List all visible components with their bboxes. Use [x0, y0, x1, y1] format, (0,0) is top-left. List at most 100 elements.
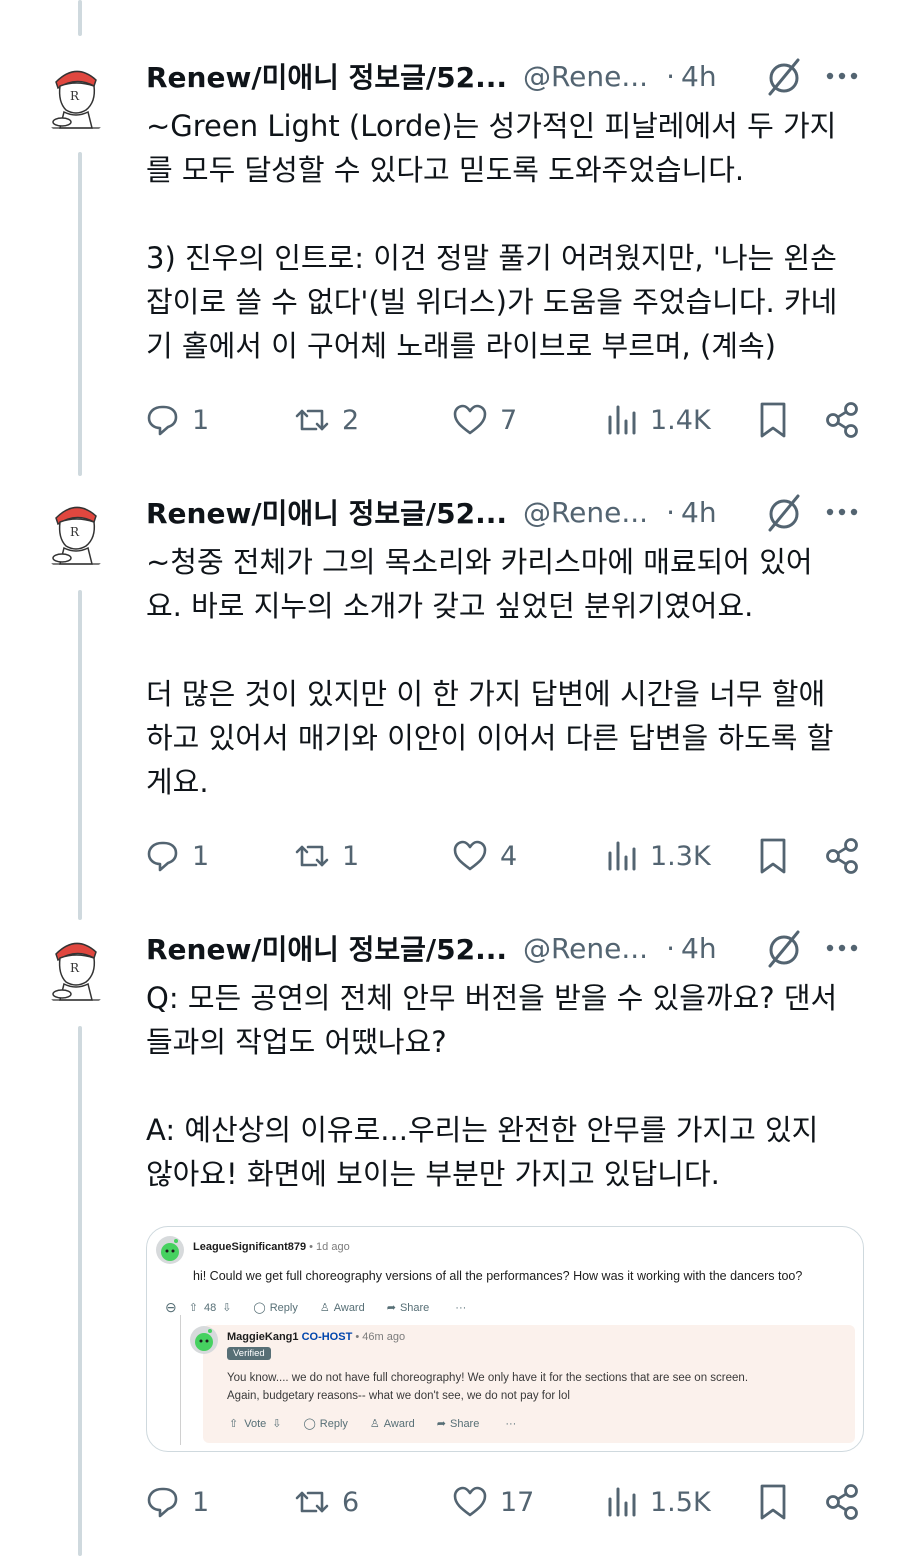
grok-icon[interactable]: [766, 492, 802, 532]
separator-dot: ·: [666, 931, 675, 965]
action-bar: 1 6 17 1.5K: [146, 1480, 866, 1524]
reply-button[interactable]: 1: [146, 834, 209, 878]
reply-comment: MaggieKang1 CO-HOST • 46m ago Verified Y…: [190, 1325, 855, 1443]
reddit-avatar-icon: [156, 1236, 184, 1264]
more-icon[interactable]: [822, 492, 862, 532]
embedded-image[interactable]: LeagueSignificant879 • 1d ago hi! Could …: [146, 1226, 864, 1452]
tweet-header: Renew/미애니 정보글/52... @Rene... · 4h: [146, 928, 866, 968]
comment-body: You know.... we do not have full choreog…: [227, 1372, 749, 1402]
timestamp[interactable]: 4h: [681, 496, 717, 529]
avatar-image: [36, 492, 116, 572]
repost-button[interactable]: 2: [294, 398, 359, 442]
view-count: 1.3K: [650, 840, 711, 872]
bookmark-icon[interactable]: [758, 1483, 788, 1521]
tweet[interactable]: Renew/미애니 정보글/52... @Rene... · 4h ~Green…: [0, 56, 900, 476]
grok-icon[interactable]: [766, 56, 802, 96]
view-count: 1.4K: [650, 404, 711, 436]
tweet-text: Q: 모든 공연의 전체 안무 버전을 받을 수 있을까요? 댄서 들과의 작업…: [146, 981, 838, 1191]
award-link[interactable]: Award: [384, 1418, 415, 1430]
views-icon: [608, 841, 636, 871]
reply-button[interactable]: 1: [146, 1480, 209, 1524]
thread-connector: [180, 1315, 181, 1445]
grok-icon[interactable]: [766, 928, 802, 968]
views-button[interactable]: 1.5K: [606, 1480, 711, 1524]
tweet-text: ~청중 전체가 그의 목소리와 카리스마에 매료되어 있어 요. 바로 지누의 …: [146, 545, 834, 799]
more-icon[interactable]: [822, 928, 862, 968]
avatar-image: [36, 56, 116, 136]
award-icon: ♙: [319, 1302, 330, 1314]
reply-link[interactable]: Reply: [270, 1302, 298, 1314]
comment-author[interactable]: MaggieKang1 CO-HOST • 46m ago: [227, 1331, 405, 1343]
like-count: 4: [500, 840, 518, 872]
avatar[interactable]: [36, 492, 116, 572]
reply-count: 1: [192, 1486, 210, 1518]
tweet[interactable]: Renew/미애니 정보글/52... @Rene... · 4h ~청중 전체…: [0, 492, 900, 912]
more-link[interactable]: ···: [505, 1418, 516, 1430]
reply-link[interactable]: Reply: [320, 1418, 348, 1430]
comment-age: • 1d ago: [306, 1241, 350, 1253]
like-count: 7: [500, 404, 518, 436]
author-name[interactable]: Renew/미애니 정보글/52...: [146, 56, 507, 96]
like-button[interactable]: 17: [452, 1480, 534, 1524]
repost-icon: [295, 845, 329, 867]
tweet-text: ~Green Light (Lorde)는 성가적인 피날레에서 두 가지 를 …: [146, 109, 838, 363]
comment-action-bar: ⊖ ⇧ 48 ⇩ ◯ Reply ♙ Award ➦ Share ···: [165, 1299, 466, 1316]
cohost-badge: CO-HOST: [301, 1331, 353, 1343]
view-count: 1.5K: [650, 1486, 711, 1518]
more-icon[interactable]: [822, 56, 862, 96]
reddit-avatar-icon: [190, 1326, 218, 1354]
reply-icon: ◯: [303, 1418, 316, 1430]
heart-icon: [453, 1486, 487, 1517]
share-icon[interactable]: [824, 1483, 860, 1521]
comment-author[interactable]: LeagueSignificant879 • 1d ago: [193, 1241, 350, 1253]
upvote-icon[interactable]: ⇧: [189, 1301, 198, 1314]
award-link[interactable]: Award: [334, 1302, 365, 1314]
tweet-header: Renew/미애니 정보글/52... @Rene... · 4h: [146, 56, 866, 96]
avatar[interactable]: [36, 56, 116, 136]
comment-username[interactable]: MaggieKang1: [227, 1331, 299, 1343]
upvote-icon[interactable]: ⇧: [229, 1417, 238, 1430]
author-name[interactable]: Renew/미애니 정보글/52...: [146, 492, 507, 532]
bookmark-icon[interactable]: [758, 401, 788, 439]
share-icon[interactable]: [824, 401, 860, 439]
like-button[interactable]: 7: [452, 398, 517, 442]
action-bar: 1 2 7 1.4K: [146, 398, 866, 442]
separator-dot: ·: [666, 495, 675, 529]
share-icon[interactable]: [824, 837, 860, 875]
views-icon: [608, 1487, 636, 1517]
share-link[interactable]: Share: [400, 1302, 429, 1314]
timestamp[interactable]: 4h: [681, 932, 717, 965]
collapse-icon[interactable]: ⊖: [165, 1299, 177, 1316]
more-link[interactable]: ···: [455, 1302, 466, 1314]
share-icon: ➦: [386, 1302, 396, 1314]
heart-icon: [453, 404, 487, 435]
vote-label: Vote: [244, 1417, 267, 1430]
downvote-icon[interactable]: ⇩: [272, 1417, 281, 1430]
bookmark-icon[interactable]: [758, 837, 788, 875]
views-button[interactable]: 1.4K: [606, 398, 711, 442]
reply-count: 1: [192, 404, 210, 436]
tweet-header: Renew/미애니 정보글/52... @Rene... · 4h: [146, 492, 866, 532]
repost-icon: [295, 1491, 329, 1513]
timestamp[interactable]: 4h: [681, 60, 717, 93]
repost-icon: [295, 409, 329, 431]
author-handle[interactable]: @Rene...: [523, 60, 648, 93]
repost-button[interactable]: 6: [294, 1480, 359, 1524]
like-button[interactable]: 4: [452, 834, 517, 878]
tweet[interactable]: Renew/미애니 정보글/52... @Rene... · 4h Q: 모든 …: [0, 928, 900, 1548]
author-handle[interactable]: @Rene...: [523, 496, 648, 529]
comment-username[interactable]: LeagueSignificant879: [193, 1241, 306, 1253]
reply-button[interactable]: 1: [146, 398, 209, 442]
author-handle[interactable]: @Rene...: [523, 932, 648, 965]
avatar[interactable]: [36, 928, 116, 1008]
repost-count: 2: [342, 404, 360, 436]
views-button[interactable]: 1.3K: [606, 834, 711, 878]
downvote-icon[interactable]: ⇩: [222, 1301, 231, 1314]
separator-dot: ·: [666, 59, 675, 93]
comment-body: hi! Could we get full choreography versi…: [193, 1269, 803, 1283]
author-name[interactable]: Renew/미애니 정보글/52...: [146, 928, 507, 968]
repost-button[interactable]: 1: [294, 834, 359, 878]
reply-icon: [147, 841, 178, 872]
action-bar: 1 1 4 1.3K: [146, 834, 866, 878]
share-link[interactable]: Share: [450, 1418, 479, 1430]
